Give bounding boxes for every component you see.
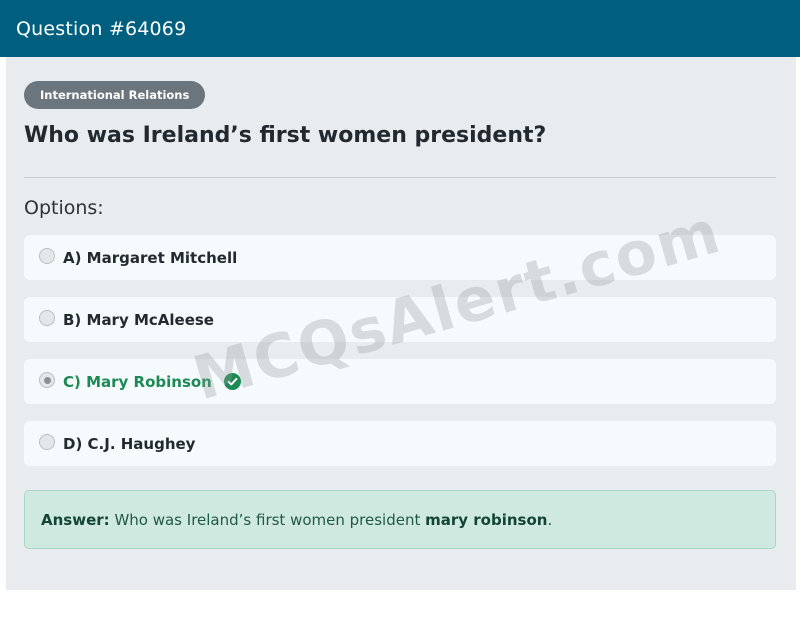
divider xyxy=(24,177,776,178)
answer-highlight: mary robinson xyxy=(425,510,548,529)
answer-prefix: Answer: xyxy=(41,510,110,529)
question-card: International Relations Who was Ireland’… xyxy=(6,57,796,590)
radio-button[interactable] xyxy=(39,248,55,264)
answer-text: Who was Ireland’s first women president xyxy=(114,510,421,529)
radio-button-selected[interactable] xyxy=(39,372,55,388)
option-label: D) C.J. Haughey xyxy=(63,434,196,453)
option-d[interactable]: D) C.J. Haughey xyxy=(24,421,776,466)
question-number-title: Question #64069 xyxy=(16,17,187,40)
question-text: Who was Ireland’s first women president? xyxy=(24,123,547,148)
radio-dot xyxy=(43,376,51,384)
option-a[interactable]: A) Margaret Mitchell xyxy=(24,235,776,280)
answer-line: Answer: Who was Ireland’s first women pr… xyxy=(41,511,552,529)
options-label: Options: xyxy=(24,197,104,219)
option-c[interactable]: C) Mary Robinson xyxy=(24,359,776,404)
option-label: C) Mary Robinson xyxy=(63,372,212,391)
page-header: Question #64069 xyxy=(0,0,800,57)
radio-button[interactable] xyxy=(39,434,55,450)
option-label: B) Mary McAleese xyxy=(63,310,214,329)
radio-button[interactable] xyxy=(39,310,55,326)
check-circle-icon xyxy=(223,373,241,390)
option-b[interactable]: B) Mary McAleese xyxy=(24,297,776,342)
option-label: A) Margaret Mitchell xyxy=(63,248,238,267)
answer-suffix: . xyxy=(547,510,553,529)
category-badge[interactable]: International Relations xyxy=(24,81,206,109)
answer-box: Answer: Who was Ireland’s first women pr… xyxy=(24,490,776,549)
